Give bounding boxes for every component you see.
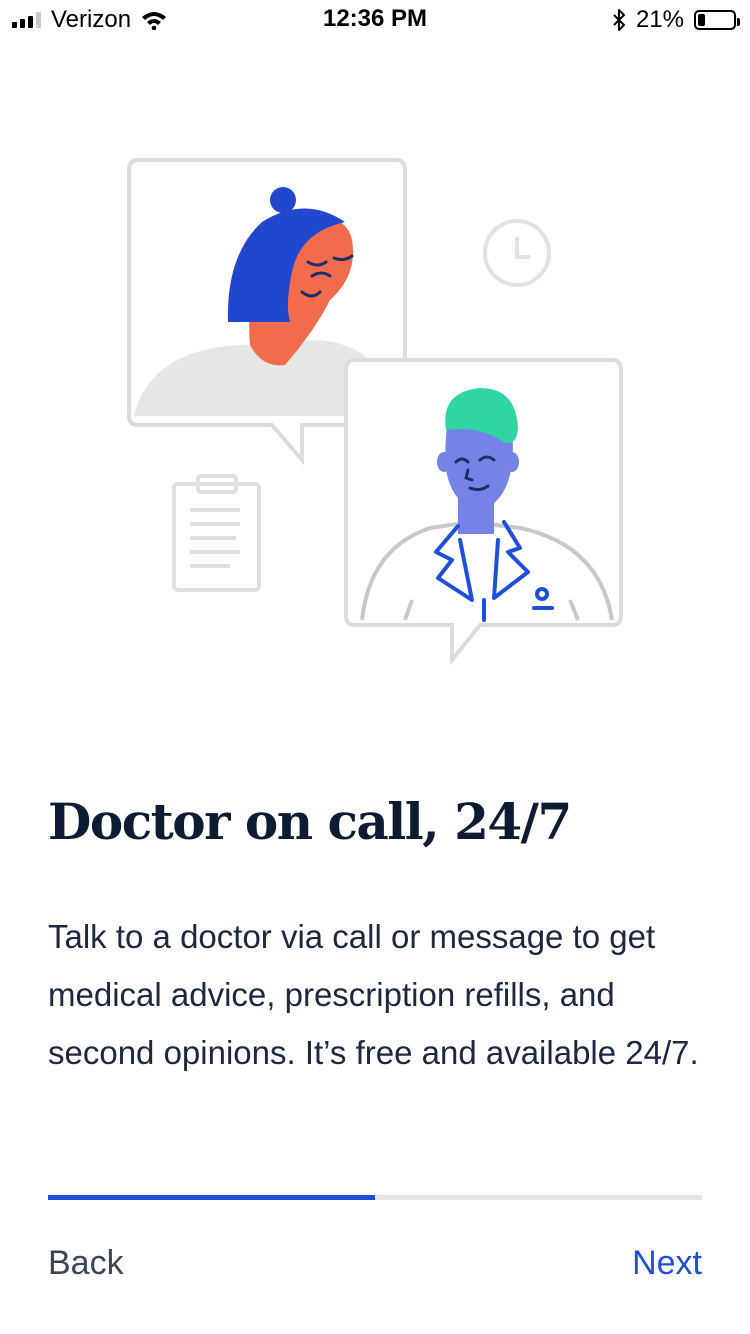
clock-icon xyxy=(483,219,551,287)
next-button[interactable]: Next xyxy=(632,1244,702,1283)
status-bar-right: 21% xyxy=(612,6,740,34)
progress-fill xyxy=(48,1195,375,1200)
onboarding-progress-bar xyxy=(48,1195,702,1200)
clipboard-icon xyxy=(172,474,261,592)
battery-icon xyxy=(694,10,740,30)
status-bar: Verizon 12:36 PM 21% xyxy=(0,0,750,42)
battery-percent: 21% xyxy=(635,6,684,33)
patient-hair-bun xyxy=(270,187,296,213)
page-description: Talk to a doctor via call or message to … xyxy=(48,918,699,1071)
back-button[interactable]: Back xyxy=(48,1244,124,1283)
bluetooth-icon xyxy=(613,9,625,31)
doctor-patient-video-chat-illustration xyxy=(127,158,623,666)
page-title: Doctor on call, 24/7 xyxy=(48,792,572,851)
